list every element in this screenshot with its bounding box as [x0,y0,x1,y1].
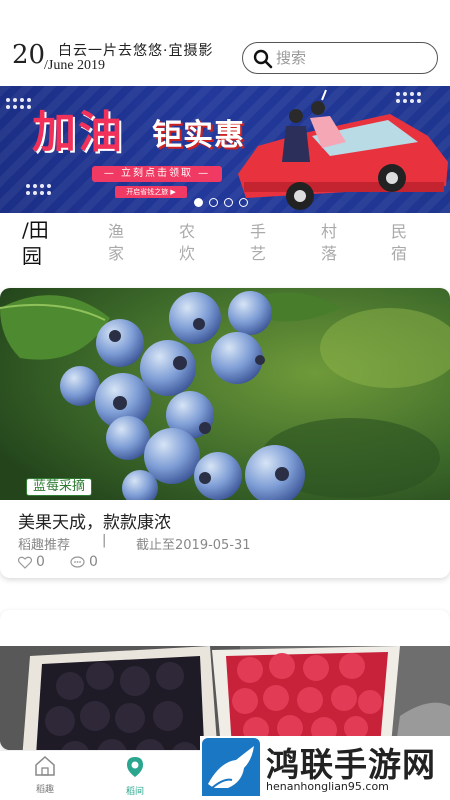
daily-motto: 白云一片去悠悠·宜摄影 [58,43,214,59]
header: 20 /June 2019 白云一片去悠悠·宜摄影 [0,0,450,86]
date-day: 20 [12,40,46,70]
tab-tianyuan[interactable]: /田园 [22,217,62,269]
carousel-dot[interactable] [239,198,248,207]
carousel-dot[interactable] [194,198,203,207]
location-pin-icon [127,757,143,777]
promo-banner[interactable]: 加油 钜实惠 — 立刻点击领取 — 开启省钱之旅 ▶ [0,86,450,213]
banner-title-secondary: 钜实惠 [152,118,245,153]
card-title: 美果天成，款款康浓 [18,513,171,533]
search-input[interactable] [276,47,426,69]
comment-stat[interactable]: 0 [70,553,98,571]
comment-count: 0 [89,554,98,570]
blueberry-photo [0,288,450,500]
card-category-tag: 蓝莓采摘 [26,478,93,496]
tab-shouyi[interactable]: 手艺 [247,221,269,265]
carousel-dot[interactable] [209,198,218,207]
search-icon[interactable] [253,49,273,69]
banner-title-main: 加油 [32,107,124,158]
banner-subtitle: — 立刻点击领取 — [92,166,222,182]
like-count: 0 [36,554,45,570]
like-stat[interactable]: 0 [18,553,45,571]
watermark-url: henanhonglian95.com [266,780,389,793]
nav-label: 稻趣 [35,785,54,795]
tab-nongchui[interactable]: 农炊 [176,221,198,265]
activity-card[interactable]: 蓝莓采摘 美果天成，款款康浓 稻趣推荐 | 截止至2019-05-31 0 0 [0,288,450,578]
comment-icon[interactable] [70,555,85,569]
carousel-dot[interactable] [224,198,233,207]
berries-photo [0,646,450,750]
watermark-title: 鸿联手游网 [266,745,436,784]
category-tabs: /田园 渔家 农炊 手艺 村落 民宿 [0,213,450,283]
tab-minsu[interactable]: 民宿 [388,221,410,265]
heart-icon[interactable] [18,556,32,569]
date-month-year: /June 2019 [44,58,106,73]
banner-cta-tag[interactable]: 开启省钱之旅 ▶ [115,186,187,198]
activity-card[interactable] [0,610,450,750]
tab-yujia[interactable]: 渔家 [105,221,127,265]
card-deadline: 截止至2019-05-31 [136,538,251,553]
nav-item-daoqu[interactable]: 稻趣 [20,755,70,795]
home-icon [35,755,55,776]
carousel-indicators [194,198,248,208]
nav-label: 稻间 [125,787,144,797]
site-watermark: 鸿联手游网 henanhonglian95.com [200,736,450,800]
card-meta-separator: | [102,533,107,548]
search-box[interactable] [242,42,438,74]
nav-item-daojian[interactable]: 稻间 [110,755,160,797]
watermark-logo [202,738,260,796]
tab-cunluo[interactable]: 村落 [318,221,340,265]
card-source: 稻趣推荐 [18,538,71,553]
